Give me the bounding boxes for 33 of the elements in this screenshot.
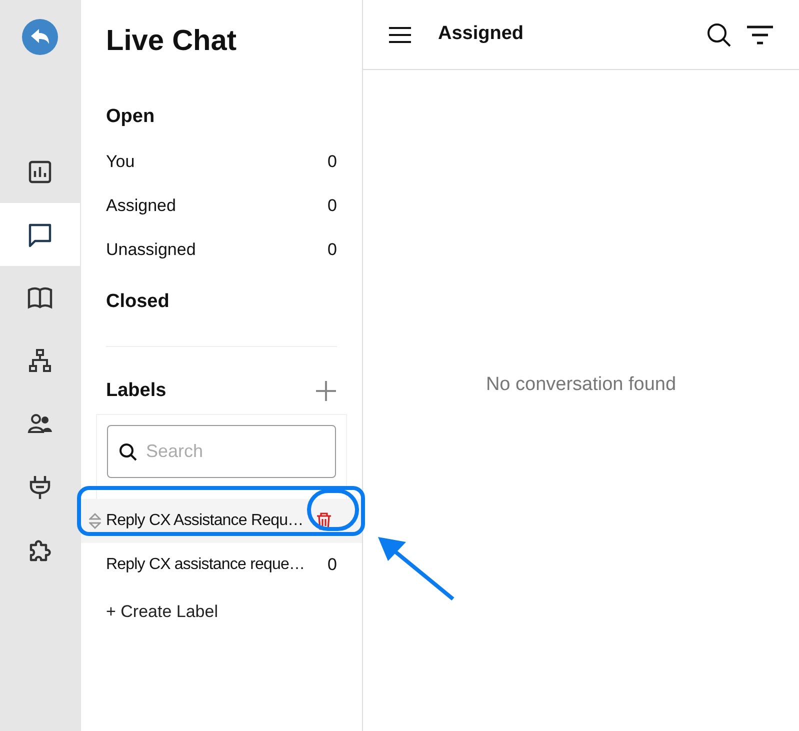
hierarchy-icon	[27, 348, 53, 374]
highlight-ring	[307, 489, 359, 531]
filter-link[interactable]: Unassigned	[106, 236, 196, 262]
plug-icon	[27, 474, 53, 500]
chat-icon	[27, 222, 53, 248]
filter-icon[interactable]	[746, 24, 774, 44]
view-title: Assigned	[438, 22, 524, 46]
section-heading: Closed	[106, 290, 170, 314]
book-icon	[27, 284, 53, 310]
search-field[interactable]: Search	[107, 424, 336, 478]
count: 0	[328, 150, 337, 173]
create-label-link[interactable]: + Create Label	[106, 598, 218, 624]
count: 0	[328, 194, 337, 217]
label-name: Reply CX Assistance Requ…	[106, 510, 304, 530]
trash-icon[interactable]	[316, 512, 332, 530]
count: 0	[328, 238, 337, 261]
empty-message: No conversation found	[486, 373, 676, 398]
nav-item[interactable]	[0, 203, 80, 266]
label-name: Reply CX assistance reque…	[106, 554, 305, 574]
section-heading: Open	[106, 105, 155, 129]
menu-icon[interactable]	[388, 26, 412, 44]
drag-handle-icon[interactable]	[89, 512, 101, 530]
filter-link[interactable]: You	[106, 148, 135, 174]
section-heading: Labels	[106, 379, 166, 403]
back-icon[interactable]	[22, 19, 58, 55]
search-icon	[119, 442, 137, 460]
chart-icon	[27, 158, 53, 184]
panel-title: Live Chat	[106, 24, 237, 59]
label-item[interactable]: Reply CX assistance reque… 0	[81, 542, 362, 586]
add-icon[interactable]	[315, 380, 337, 402]
count: 0	[328, 554, 337, 576]
search-icon[interactable]	[706, 22, 732, 48]
filter-link[interactable]: Assigned	[106, 192, 176, 218]
